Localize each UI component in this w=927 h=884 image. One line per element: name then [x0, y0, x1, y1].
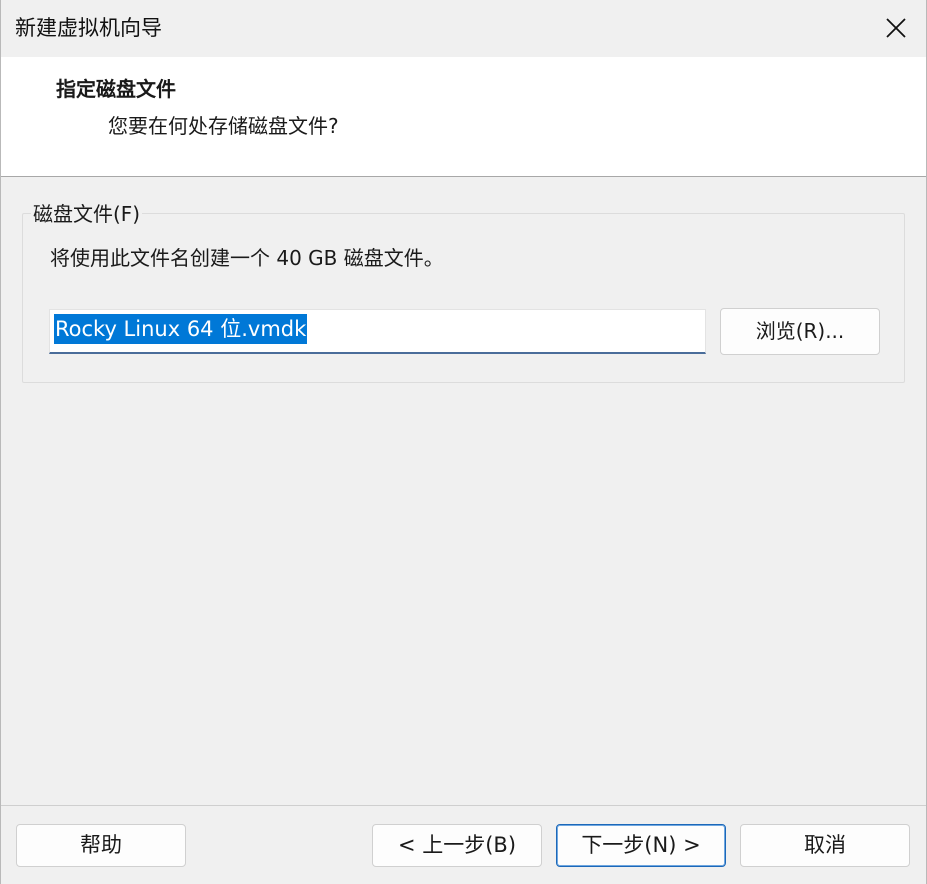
close-button[interactable] — [872, 6, 920, 50]
cancel-button[interactable]: 取消 — [740, 824, 910, 867]
disk-file-description: 将使用此文件名创建一个 40 GB 磁盘文件。 — [50, 246, 444, 270]
wizard-header: 指定磁盘文件 您要在何处存储磁盘文件? — [1, 57, 926, 177]
page-subtitle: 您要在何处存储磁盘文件? — [108, 114, 339, 138]
next-button[interactable]: 下一步(N) > — [556, 824, 726, 867]
new-vm-wizard-window: 新建虚拟机向导 指定磁盘文件 您要在何处存储磁盘文件? 磁盘文件(F) 将使用此… — [0, 0, 927, 884]
window-title: 新建虚拟机向导 — [15, 16, 162, 40]
browse-button[interactable]: 浏览(R)... — [720, 308, 880, 355]
help-button[interactable]: 帮助 — [16, 824, 186, 867]
disk-file-name-selected-text: Rocky Linux 64 位.vmdk — [54, 314, 308, 344]
page-title: 指定磁盘文件 — [56, 77, 176, 101]
back-button[interactable]: < 上一步(B) — [372, 824, 542, 867]
title-bar: 新建虚拟机向导 — [1, 0, 926, 57]
close-icon — [886, 18, 906, 38]
disk-file-group-label: 磁盘文件(F) — [31, 200, 143, 228]
footer-divider — [1, 805, 926, 806]
disk-file-group: 磁盘文件(F) 将使用此文件名创建一个 40 GB 磁盘文件。 Rocky Li… — [22, 200, 905, 383]
disk-file-name-input[interactable]: Rocky Linux 64 位.vmdk — [49, 309, 706, 354]
